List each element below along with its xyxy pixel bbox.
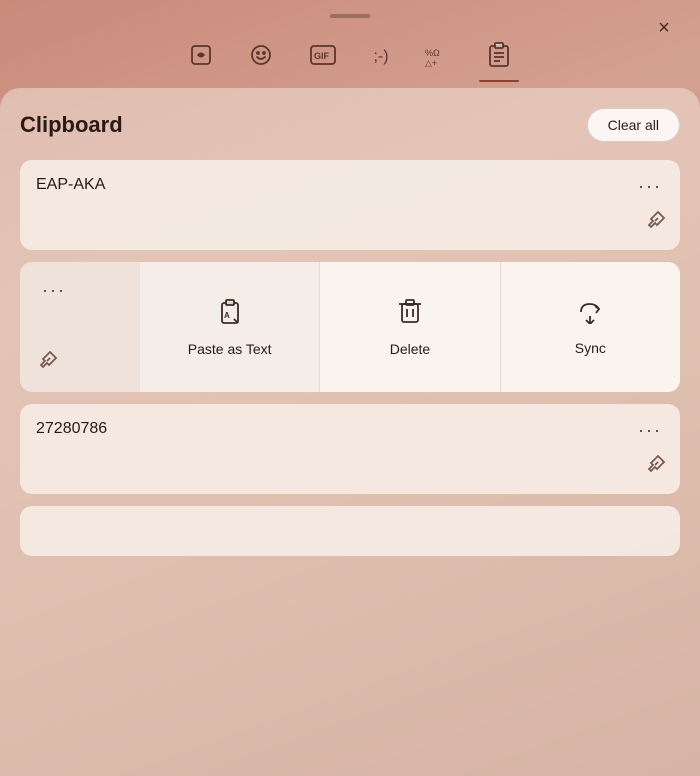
clipboard-item-text-1: EAP-AKA [36, 176, 105, 193]
tab-symbols[interactable]: %Ω △+ [417, 37, 459, 81]
sync-button[interactable]: Sync [500, 262, 680, 392]
stickers-icon [189, 43, 213, 71]
sync-icon [576, 298, 604, 330]
clipboard-item-4 [20, 506, 680, 556]
symbols-icon: %Ω △+ [425, 43, 451, 71]
item-pin-button-3[interactable] [644, 454, 666, 482]
tab-stickers[interactable] [181, 37, 221, 81]
item-pin-button-1[interactable] [644, 210, 666, 238]
drag-handle[interactable] [330, 14, 370, 18]
delete-button[interactable]: Delete [319, 262, 499, 392]
delete-icon [397, 297, 423, 331]
sync-label: Sync [575, 340, 606, 356]
svg-text:△+: △+ [425, 58, 437, 67]
clipboard-item-text-3: 27280786 [36, 420, 107, 437]
svg-text:A: A [224, 311, 230, 320]
emoji-icon [249, 43, 273, 71]
paste-as-text-icon: A [216, 297, 244, 331]
clipboard-item-1: EAP-AKA ··· [20, 160, 680, 250]
tab-gif[interactable]: GIF [301, 37, 345, 81]
close-button[interactable]: × [648, 12, 680, 44]
item-more-button-1[interactable]: ··· [632, 172, 668, 201]
clipboard-icon [487, 42, 511, 72]
svg-text:GIF: GIF [314, 51, 330, 61]
clear-all-button[interactable]: Clear all [587, 108, 680, 142]
kaomoji-icon: ;-) [373, 49, 388, 65]
paste-as-text-label: Paste as Text [188, 341, 272, 357]
clipboard-item-3: 27280786 ··· [20, 404, 680, 494]
panel-header: Clipboard Clear all [20, 108, 680, 142]
item-more-button-3[interactable]: ··· [632, 416, 668, 445]
top-bar: × [0, 0, 700, 28]
clipboard-panel: Clipboard Clear all EAP-AKA ··· ··· [0, 88, 700, 776]
item-more-button-2[interactable]: ··· [36, 276, 72, 305]
tabs-row: GIF ;-) %Ω △+ [0, 28, 700, 82]
context-left-panel: ··· [20, 262, 140, 392]
paste-as-text-button[interactable]: A Paste as Text [140, 262, 319, 392]
panel-title: Clipboard [20, 112, 123, 138]
tab-emoji[interactable] [241, 37, 281, 81]
svg-text:%Ω: %Ω [425, 48, 440, 58]
context-actions: A Paste as Text Delete [140, 262, 680, 392]
tab-clipboard[interactable] [479, 36, 519, 82]
gif-icon: GIF [309, 43, 337, 71]
item-pin-button-2[interactable] [36, 350, 58, 378]
clipboard-item-2-context: ··· A Paste as Text [20, 262, 680, 392]
tab-kaomoji[interactable]: ;-) [365, 43, 396, 75]
delete-label: Delete [390, 341, 430, 357]
